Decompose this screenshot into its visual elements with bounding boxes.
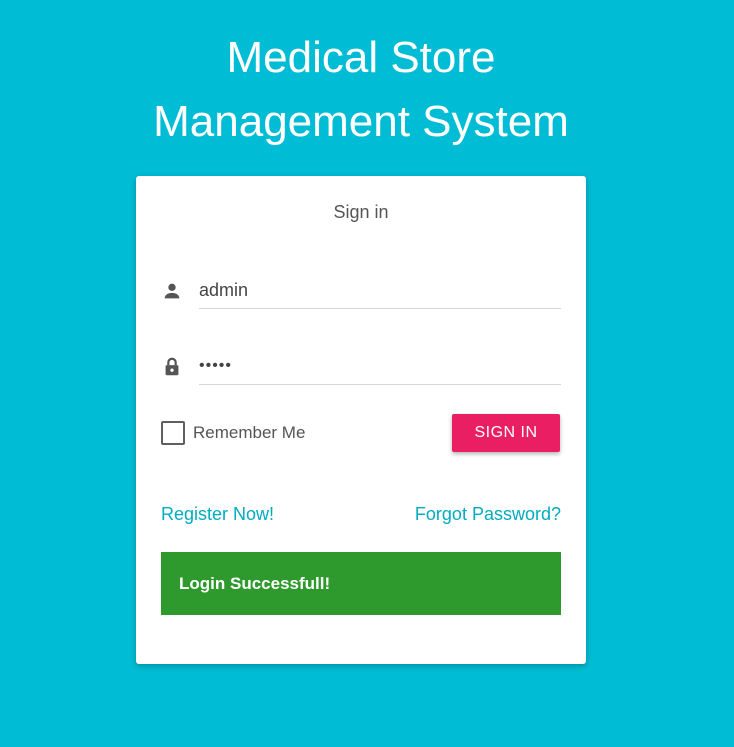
app-title: Medical Store Management System — [0, 26, 722, 154]
remember-me-checkbox[interactable] — [161, 421, 185, 445]
password-input[interactable] — [199, 348, 561, 385]
register-link[interactable]: Register Now! — [161, 504, 274, 525]
app-title-line-2: Management System — [153, 97, 569, 146]
remember-me-label: Remember Me — [193, 423, 306, 442]
login-success-alert: Login Successfull! — [161, 552, 561, 615]
signin-button[interactable]: SIGN IN — [452, 414, 560, 452]
password-field-group — [161, 348, 561, 388]
signin-card: Sign in Remember Me — [136, 176, 586, 664]
lock-icon — [161, 356, 183, 378]
forgot-password-link[interactable]: Forgot Password? — [415, 504, 561, 525]
username-input[interactable] — [199, 272, 561, 309]
signin-heading: Sign in — [333, 202, 389, 222]
person-icon — [161, 280, 183, 302]
username-field-group — [161, 272, 561, 312]
app-title-line-1: Medical Store — [226, 33, 496, 82]
login-page: Medical Store Management System Sign in — [0, 0, 734, 747]
